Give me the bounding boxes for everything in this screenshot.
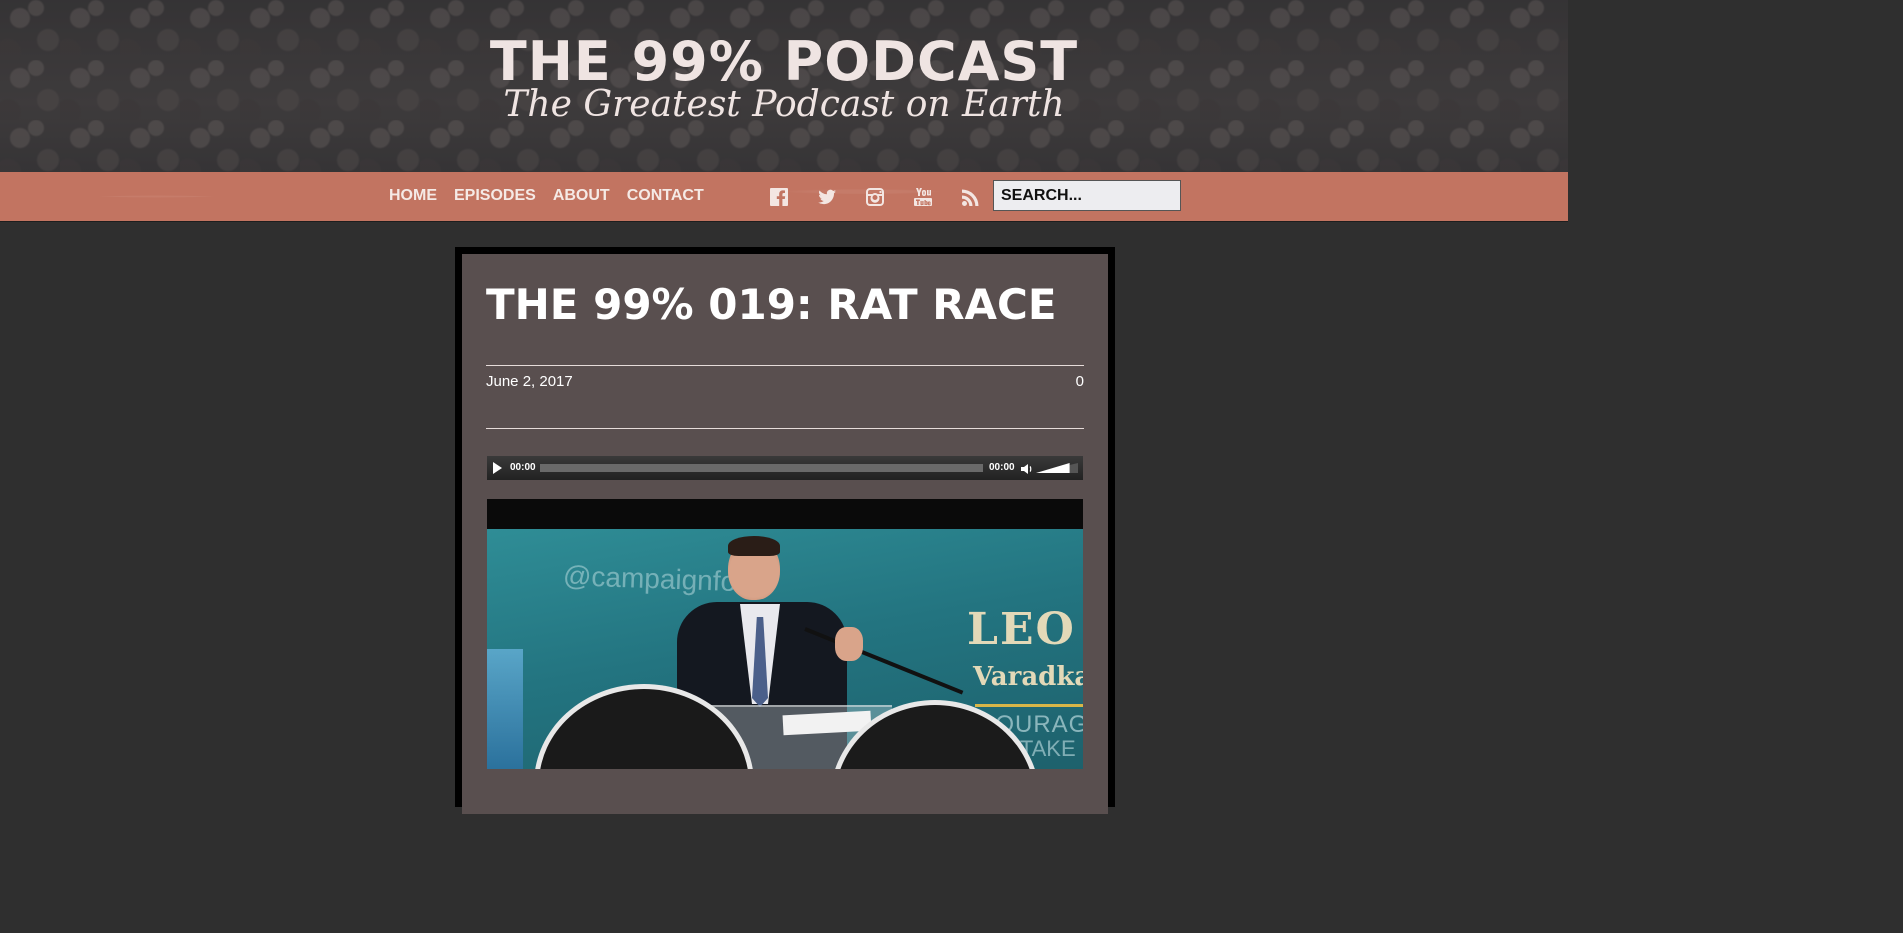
site-tagline: The Greatest Podcast on Earth	[503, 84, 1065, 125]
nav-item-episodes[interactable]: EPISODES	[454, 187, 536, 205]
youtube-icon[interactable]	[911, 185, 935, 209]
image-banner-name: LEO	[967, 604, 1076, 655]
rss-icon[interactable]	[959, 185, 983, 209]
play-button[interactable]	[493, 462, 502, 474]
nav-item-home[interactable]: HOME	[389, 187, 437, 205]
image-stage-light	[487, 649, 523, 769]
nav-links: HOME EPISODES ABOUT CONTACT	[389, 187, 721, 205]
nav-bar: HOME EPISODES ABOUT CONTACT	[0, 172, 1568, 222]
post-title[interactable]: THE 99% 019: RAT RACE	[486, 280, 1057, 329]
volume-icon[interactable]	[1020, 461, 1034, 475]
current-time: 00:00	[510, 462, 536, 473]
image-banner-line	[975, 704, 1083, 707]
post-date: June 2, 2017	[486, 373, 573, 390]
search-input[interactable]	[993, 180, 1181, 211]
divider-top	[486, 365, 1084, 366]
nav-item-contact[interactable]: CONTACT	[627, 187, 704, 205]
duration-time: 00:00	[989, 462, 1015, 473]
instagram-icon[interactable]	[863, 185, 887, 209]
progress-track[interactable]	[540, 464, 983, 472]
twitter-icon[interactable]	[815, 185, 839, 209]
image-banner-handle: @campaignfo	[562, 559, 737, 598]
facebook-icon[interactable]	[767, 185, 791, 209]
volume-slider[interactable]	[1036, 463, 1078, 473]
image-banner-sub: Varadkar	[973, 662, 1083, 692]
audio-player: 00:00 00:00	[487, 456, 1083, 480]
featured-image: @campaignfo LEO Varadkar COURAGE O TAKE …	[487, 499, 1083, 769]
comment-count[interactable]: 0	[1060, 373, 1084, 390]
nav-item-about[interactable]: ABOUT	[553, 187, 610, 205]
divider-bottom	[486, 428, 1084, 429]
